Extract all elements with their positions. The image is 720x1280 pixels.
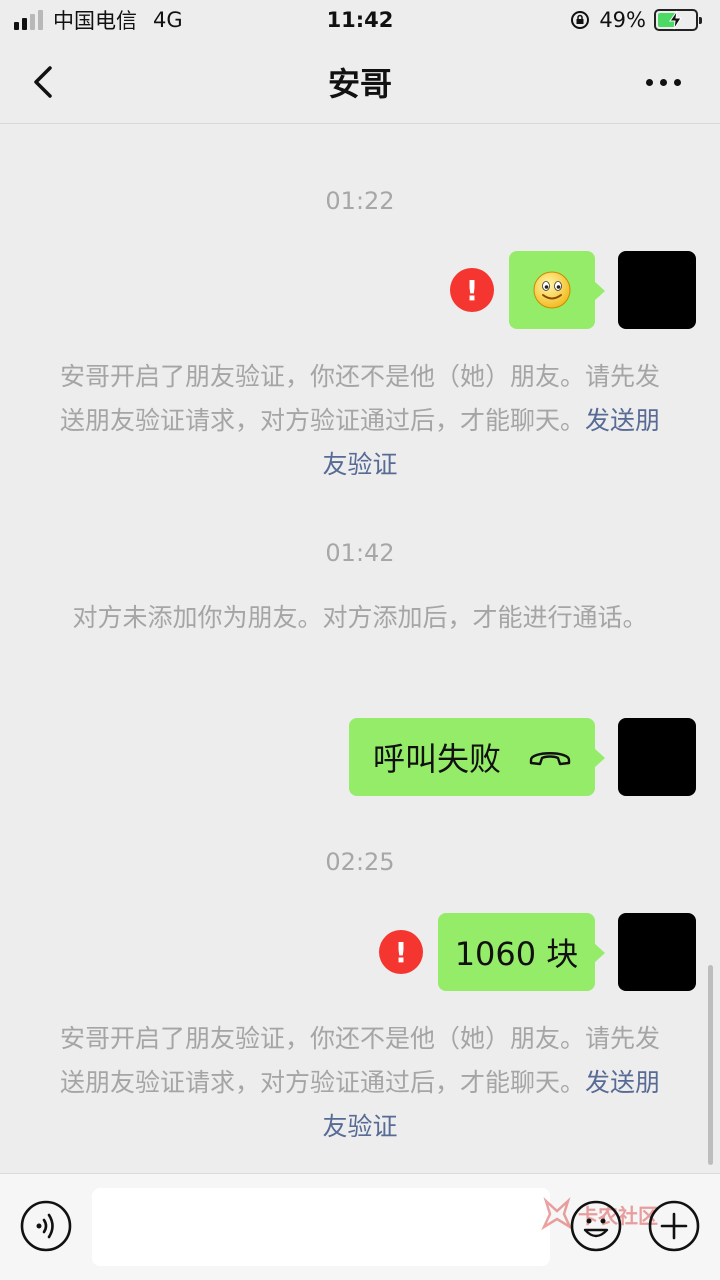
input-bar: 卡农社区 bbox=[0, 1173, 720, 1280]
more-dot bbox=[646, 78, 653, 86]
timestamp: 02:25 bbox=[325, 848, 395, 876]
system-message: 安哥开启了朋友验证，你还不是他（她）朋友。请先发送朋友验证请求，对方验证通过后，… bbox=[50, 355, 670, 487]
status-left: 中国电信 4G bbox=[14, 5, 183, 35]
battery-percent: 49% bbox=[599, 8, 646, 32]
network-label: 4G bbox=[153, 8, 183, 32]
more-button[interactable] bbox=[646, 70, 690, 94]
send-failed-icon[interactable]: ! bbox=[379, 930, 423, 974]
message-input[interactable] bbox=[92, 1188, 550, 1266]
system-message-text: 安哥开启了朋友验证，你还不是他（她）朋友。请先发送朋友验证请求，对方验证通过后，… bbox=[59, 362, 660, 435]
more-dot bbox=[660, 78, 667, 86]
voice-icon[interactable] bbox=[20, 1200, 72, 1252]
my-avatar[interactable] bbox=[618, 913, 696, 991]
more-dot bbox=[674, 78, 681, 86]
status-right: 49% bbox=[569, 8, 702, 32]
signal-icon bbox=[14, 10, 43, 30]
system-message-text: 安哥开启了朋友验证，你还不是他（她）朋友。请先发送朋友验证请求，对方验证通过后，… bbox=[59, 1024, 660, 1097]
timestamp: 01:42 bbox=[325, 539, 395, 567]
call-failed-label: 呼叫失败 bbox=[373, 740, 502, 778]
text-message-bubble[interactable]: 1060 块 bbox=[438, 913, 605, 991]
nav-bar: 安哥 bbox=[0, 40, 720, 124]
my-avatar[interactable] bbox=[618, 251, 696, 329]
rotation-lock-icon bbox=[571, 11, 590, 29]
plus-icon[interactable] bbox=[648, 1200, 700, 1252]
carrier-label: 中国电信 bbox=[53, 9, 137, 33]
battery-icon bbox=[654, 9, 702, 31]
system-message: 对方未添加你为朋友。对方添加后，才能进行通话。 bbox=[50, 596, 670, 640]
status-bar: 中国电信 4G 11:42 49% bbox=[0, 0, 720, 40]
watermark-logo-icon bbox=[541, 1197, 573, 1231]
system-message: 安哥开启了朋友验证，你还不是他（她）朋友。请先发送朋友验证请求，对方验证通过后，… bbox=[50, 1017, 670, 1149]
chat-area[interactable]: 01:22 ! 安哥开启了朋友验证，你还不是他（她）朋友。请先发送朋友验证请求，… bbox=[0, 125, 720, 1173]
hang-up-phone-icon bbox=[529, 752, 571, 766]
scrollbar[interactable] bbox=[708, 965, 713, 1165]
emoji-message-bubble[interactable] bbox=[509, 251, 605, 329]
emoji-icon[interactable] bbox=[570, 1200, 622, 1252]
charging-bolt-icon bbox=[669, 10, 682, 30]
call-failed-bubble[interactable]: 呼叫失败 bbox=[349, 718, 605, 796]
chat-title: 安哥 bbox=[327, 64, 392, 103]
message-text: 1060 块 bbox=[454, 935, 579, 973]
send-failed-icon[interactable]: ! bbox=[450, 268, 494, 312]
system-message-text: 对方未添加你为朋友。对方添加后，才能进行通话。 bbox=[72, 603, 648, 632]
back-button[interactable] bbox=[26, 62, 66, 102]
my-avatar[interactable] bbox=[618, 718, 696, 796]
smiley-emoji-icon bbox=[533, 271, 571, 309]
timestamp: 01:22 bbox=[325, 187, 395, 215]
